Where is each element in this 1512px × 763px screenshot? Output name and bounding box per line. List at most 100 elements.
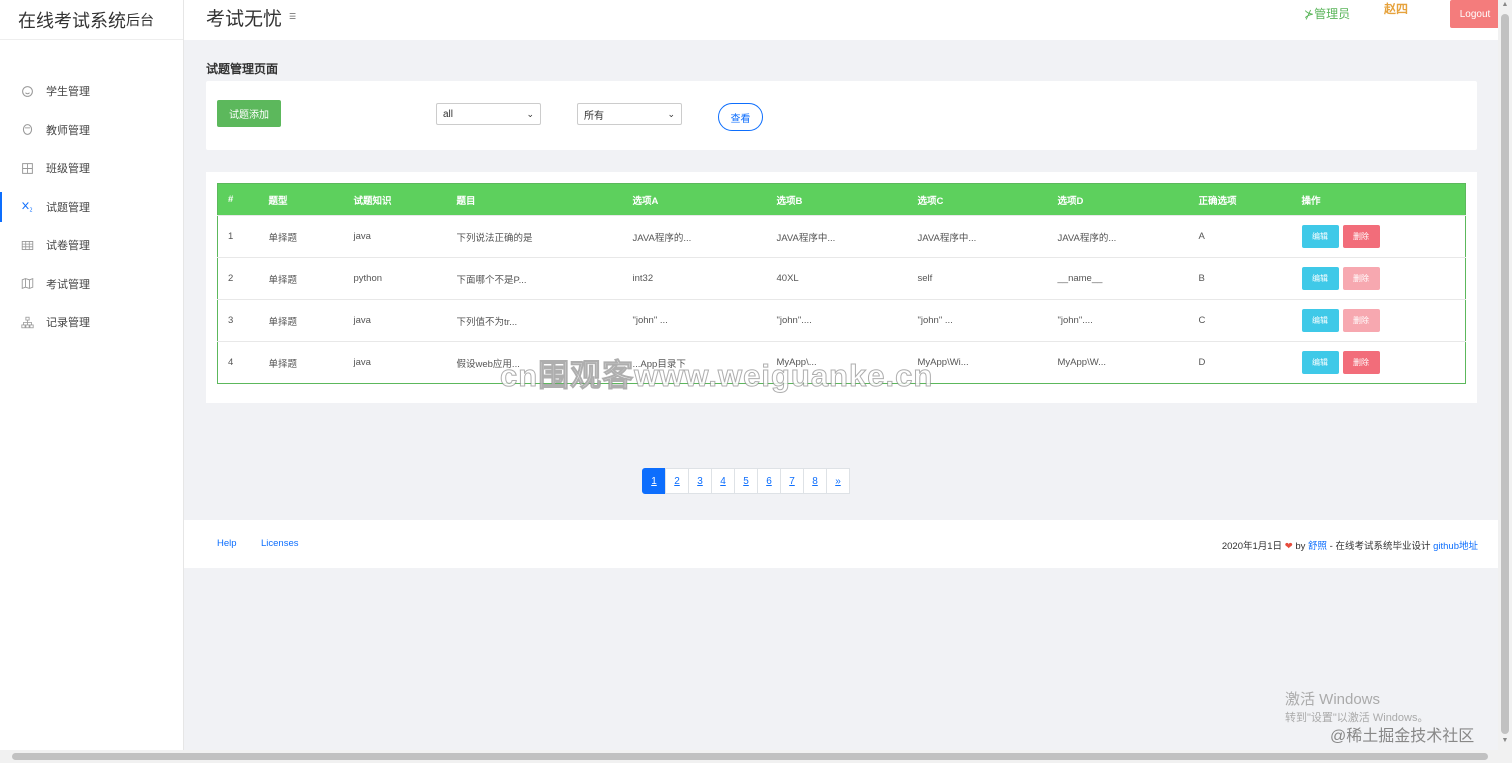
cell: 下列值不为tr... [456, 316, 518, 328]
licenses-link[interactable]: Licenses [261, 538, 299, 549]
cell: 下面哪个不是P... [456, 274, 527, 286]
cell: 单择题 [268, 274, 298, 286]
horizontal-scrollbar[interactable] [0, 750, 1512, 763]
view-button[interactable]: 查看 [718, 103, 763, 131]
chevron-down-icon: ⌄ [667, 108, 675, 119]
delete-button[interactable]: 删除 [1342, 267, 1380, 290]
footer-desc: - 在线考试系统毕业设计 [1329, 541, 1431, 552]
sidebar-item-label: 考试管理 [46, 278, 90, 291]
cell: __name__ [1057, 273, 1103, 284]
cell: int32 [632, 273, 654, 284]
footer-credits: 2020年1月1日 ❤ by 舒照 - 在线考试系统毕业设计 github地址 [1222, 538, 1478, 552]
site-watermark: cn围观客www.weiguanke.cn [499, 358, 934, 394]
page-link-4[interactable]: 4 [711, 468, 735, 494]
heart-icon: ❤ [1284, 541, 1293, 552]
sidebar-item-questions[interactable]: 2 试题管理 [0, 188, 183, 227]
footer-date: 2020年1月1日 [1221, 541, 1283, 552]
knowledge-select[interactable]: 所有 ⌄ [577, 103, 682, 125]
sidebar-item-papers[interactable]: 试卷管理 [0, 226, 183, 265]
cell: JAVA程序的... [632, 232, 692, 244]
brand-main: 在线考试系统 [18, 10, 126, 31]
col-header: 题型 [268, 195, 288, 207]
author-link[interactable]: 舒照 [1308, 541, 1327, 552]
cell: 1 [228, 231, 234, 242]
page-link-5[interactable]: 5 [734, 468, 758, 494]
cell: "john".... [776, 315, 812, 326]
footer-by: by [1295, 541, 1306, 552]
admin-link[interactable]: ⊁管理员 [1304, 5, 1350, 22]
page-link-7[interactable]: 7 [780, 468, 804, 494]
delete-button[interactable]: 删除 [1342, 351, 1380, 374]
cell: 下列说法正确的是 [456, 232, 533, 244]
cell: 40XL [776, 273, 799, 284]
sidebar-item-teachers[interactable]: 教师管理 [0, 111, 183, 150]
type-select[interactable]: all ⌄ [436, 103, 541, 125]
col-header: 正确选项 [1198, 195, 1237, 207]
col-header: 题目 [456, 195, 476, 207]
sidebar: 在线考试系统 后台 学生管理 教师管理 班级管理 2 试题管理 试卷管理 考试管… [0, 0, 184, 750]
actions-cell: 编辑 删除 [1292, 300, 1466, 342]
sidebar-item-records[interactable]: 记录管理 [0, 303, 183, 342]
cell: JAVA程序中... [776, 232, 836, 244]
cell: JAVA程序中... [917, 232, 977, 244]
cell: java [353, 231, 371, 242]
cell: 单择题 [268, 232, 298, 244]
table-header-row: # 题型 试题知识 题目 选项A 选项B 选项C 选项D 正确选项 操作 [217, 183, 1466, 216]
page-link-2[interactable]: 2 [665, 468, 689, 494]
delete-button[interactable]: 删除 [1342, 309, 1380, 332]
logout-button[interactable]: Logout [1450, 0, 1500, 28]
cell: B [1198, 273, 1205, 284]
hierarchy-icon [20, 315, 34, 329]
scroll-up-icon[interactable]: ▲ [1498, 1, 1512, 13]
subscript-icon: 2 [20, 200, 34, 214]
username: 赵四 [1384, 2, 1409, 16]
smile-icon [20, 84, 34, 98]
cell: 单择题 [268, 316, 298, 328]
cell: C [1198, 315, 1206, 326]
edit-button[interactable]: 编辑 [1301, 225, 1339, 248]
col-header: 操作 [1301, 195, 1321, 207]
table-row: 1 单择题 java 下列说法正确的是 JAVA程序的... JAVA程序中..… [217, 215, 1466, 258]
scrollbar-thumb[interactable] [1501, 14, 1509, 734]
delete-button[interactable]: 删除 [1342, 225, 1380, 248]
scrollbar-thumb[interactable] [12, 753, 1488, 760]
col-header: 选项C [917, 195, 944, 207]
edit-button[interactable]: 编辑 [1301, 309, 1339, 332]
sidebar-item-exams[interactable]: 考试管理 [0, 265, 183, 304]
edit-button[interactable]: 编辑 [1301, 351, 1339, 374]
cell: 单择题 [268, 358, 298, 370]
brand-logo[interactable]: 在线考试系统 后台 [0, 0, 183, 40]
svg-text:2: 2 [29, 208, 32, 214]
sidebar-item-classes[interactable]: 班级管理 [0, 149, 183, 188]
sidebar-nav: 学生管理 教师管理 班级管理 2 试题管理 试卷管理 考试管理 记录管理 [0, 72, 183, 342]
page-link-3[interactable]: 3 [688, 468, 712, 494]
sidebar-item-label: 试题管理 [46, 201, 90, 214]
page-next[interactable]: » [826, 468, 850, 494]
grid-icon [20, 161, 34, 175]
page-link-1[interactable]: 1 [642, 468, 666, 494]
page-link-6[interactable]: 6 [757, 468, 781, 494]
sidebar-item-label: 记录管理 [46, 317, 90, 330]
col-header: 选项B [776, 195, 803, 207]
cell: 3 [228, 315, 234, 326]
help-link[interactable]: Help [217, 538, 237, 549]
scroll-down-icon[interactable]: ▼ [1498, 737, 1512, 749]
cell: JAVA程序的... [1057, 232, 1117, 244]
actions-cell: 编辑 删除 [1292, 342, 1466, 384]
sidebar-item-label: 班级管理 [46, 163, 90, 176]
github-link[interactable]: github地址 [1433, 541, 1478, 552]
cell: "john".... [1057, 315, 1093, 326]
sidebar-item-students[interactable]: 学生管理 [0, 72, 183, 111]
sidebar-item-label: 试卷管理 [46, 240, 90, 253]
list-icon[interactable]: ☰ [289, 12, 296, 21]
windows-activation-title: 激活 Windows [1285, 691, 1381, 708]
sidebar-item-label: 教师管理 [46, 124, 90, 137]
topbar: 考试无忧 ☰ ⊁管理员 赵四 Logout [184, 0, 1500, 40]
cell: python [353, 273, 383, 284]
cell: java [353, 315, 371, 326]
edit-button[interactable]: 编辑 [1301, 267, 1339, 290]
add-question-button[interactable]: 试题添加 [217, 100, 281, 127]
pagination: 1 2 3 4 5 6 7 8 » [642, 468, 850, 494]
vertical-scrollbar[interactable]: ▲ ▼ [1498, 0, 1512, 750]
page-link-8[interactable]: 8 [803, 468, 827, 494]
